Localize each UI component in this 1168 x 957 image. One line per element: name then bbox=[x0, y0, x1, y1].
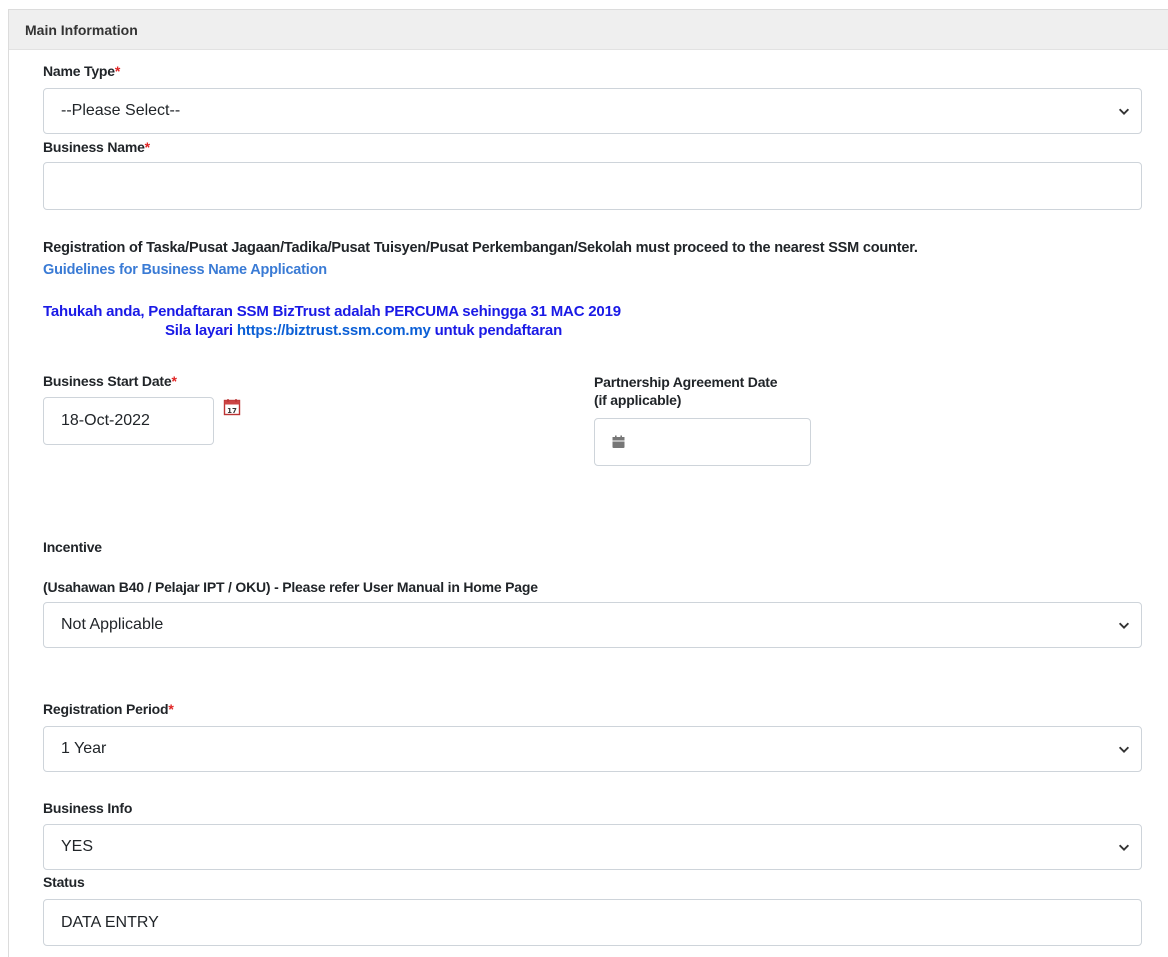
status-label: Status bbox=[43, 874, 85, 890]
panel-title: Main Information bbox=[9, 10, 1168, 50]
biztrust-percuma: PERCUMA bbox=[384, 303, 459, 320]
name-type-value: --Please Select-- bbox=[61, 102, 181, 119]
name-type-select[interactable]: --Please Select-- bbox=[43, 88, 1142, 134]
chevron-down-icon bbox=[1118, 746, 1130, 753]
business-start-date-label: Business Start Date* bbox=[43, 373, 177, 389]
main-information-panel: Main Information bbox=[8, 9, 1168, 957]
guidelines-link[interactable]: Guidelines for Business Name Application bbox=[43, 262, 327, 278]
business-name-input[interactable] bbox=[43, 162, 1142, 210]
chevron-down-icon bbox=[1118, 844, 1130, 851]
biztrust-line-2-b: untuk pendaftaran bbox=[430, 322, 563, 339]
business-start-date-input[interactable]: 18-Oct-2022 bbox=[43, 397, 214, 445]
business-info-label: Business Info bbox=[43, 800, 133, 816]
name-type-label-text: Name Type bbox=[43, 63, 115, 79]
registration-period-value: 1 Year bbox=[61, 740, 107, 757]
incentive-value: Not Applicable bbox=[61, 616, 164, 633]
biztrust-url-link[interactable]: https://biztrust.ssm.com.my bbox=[237, 322, 431, 339]
business-name-label: Business Name* bbox=[43, 139, 150, 155]
chevron-down-icon bbox=[1118, 622, 1130, 629]
business-name-label-text: Business Name bbox=[43, 139, 145, 155]
biztrust-line-1-c: sehingga 31 MAC 2019 bbox=[458, 303, 621, 320]
status-field: DATA ENTRY bbox=[43, 899, 1142, 946]
partnership-date-input[interactable] bbox=[594, 418, 811, 466]
incentive-select[interactable]: Not Applicable bbox=[43, 602, 1142, 648]
business-start-date-value: 18-Oct-2022 bbox=[61, 412, 150, 429]
registration-period-label: Registration Period* bbox=[43, 701, 174, 717]
business-info-value: YES bbox=[61, 838, 94, 855]
business-start-date-label-text: Business Start Date bbox=[43, 373, 172, 389]
registration-period-label-text: Registration Period bbox=[43, 701, 169, 717]
partnership-date-label: Partnership Agreement Date (if applicabl… bbox=[594, 373, 778, 409]
biztrust-line-2: Sila layari https://biztrust.ssm.com.my … bbox=[165, 322, 562, 339]
required-mark: * bbox=[171, 373, 177, 389]
svg-text:17: 17 bbox=[227, 407, 237, 415]
incentive-label: Incentive bbox=[43, 539, 102, 555]
biztrust-line-2-a: Sila layari bbox=[165, 322, 237, 339]
registration-notice: Registration of Taska/Pusat Jagaan/Tadik… bbox=[43, 240, 918, 256]
chevron-down-icon bbox=[1118, 108, 1130, 115]
guidelines-link-wrap: Guidelines for Business Name Application bbox=[43, 261, 327, 279]
required-mark: * bbox=[168, 701, 174, 717]
calendar-icon[interactable]: 17 bbox=[223, 398, 241, 416]
registration-period-select[interactable]: 1 Year bbox=[43, 726, 1142, 772]
partnership-date-label-line1: Partnership Agreement Date bbox=[594, 374, 778, 390]
incentive-sublabel: (Usahawan B40 / Pelajar IPT / OKU) - Ple… bbox=[43, 579, 538, 595]
status-value: DATA ENTRY bbox=[61, 913, 159, 931]
calendar-icon bbox=[612, 435, 625, 448]
name-type-label: Name Type* bbox=[43, 63, 120, 79]
biztrust-line-1-a: Tahukah anda, Pendaftaran SSM BizTrust a… bbox=[43, 303, 385, 320]
biztrust-line-1: Tahukah anda, Pendaftaran SSM BizTrust a… bbox=[43, 303, 621, 320]
business-info-select[interactable]: YES bbox=[43, 824, 1142, 870]
partnership-date-label-line2: (if applicable) bbox=[594, 392, 682, 408]
required-mark: * bbox=[114, 63, 121, 79]
required-mark: * bbox=[144, 139, 150, 155]
